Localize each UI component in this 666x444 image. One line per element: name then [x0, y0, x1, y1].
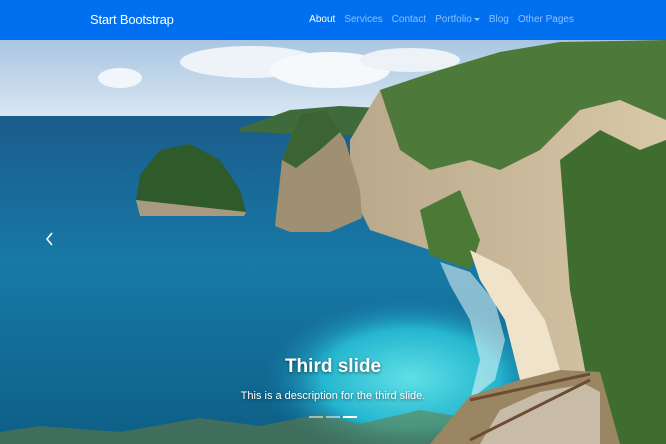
brand-link[interactable]: Start Bootstrap	[90, 12, 174, 27]
nav-link-services[interactable]: Services	[344, 14, 382, 25]
chevron-left-icon	[46, 232, 53, 246]
carousel-next-control[interactable]	[566, 200, 666, 280]
nav-link-contact[interactable]: Contact	[392, 14, 426, 25]
carousel-indicators	[0, 416, 666, 418]
nav-link-portfolio-label: Portfolio	[435, 14, 472, 25]
slide-caption-description: This is a description for the third slid…	[240, 390, 426, 402]
slide-caption-title: Third slide	[284, 356, 382, 377]
carousel: Third slide This is a description for th…	[0, 40, 666, 444]
carousel-prev-control[interactable]	[0, 200, 100, 280]
nav-link-about[interactable]: About	[309, 14, 335, 25]
carousel-indicator-3[interactable]	[343, 416, 357, 418]
nav-links: About Services Contact Portfolio Blog Ot…	[309, 14, 574, 25]
carousel-indicator-1[interactable]	[309, 416, 323, 418]
nav-link-other-pages[interactable]: Other Pages	[518, 14, 574, 25]
carousel-indicator-2[interactable]	[326, 416, 340, 418]
nav-link-portfolio-dropdown[interactable]: Portfolio	[435, 14, 480, 25]
navbar: Start Bootstrap About Services Contact P…	[0, 0, 666, 40]
nav-link-blog[interactable]: Blog	[489, 14, 509, 25]
caret-down-icon	[473, 18, 480, 21]
